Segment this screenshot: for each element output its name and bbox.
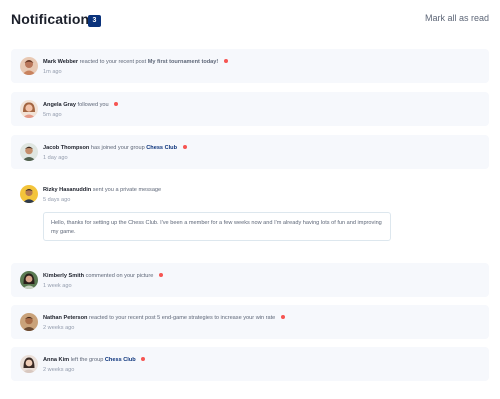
notification-time: 1m ago — [43, 69, 62, 75]
user-name-link[interactable]: Mark Webber — [43, 59, 78, 65]
user-name-link[interactable]: Nathan Peterson — [43, 315, 87, 321]
notification-content: Anna Kim left the group Chess Club 2 wee… — [43, 356, 481, 375]
post-link[interactable]: 5 end-game strategies to increase your w… — [157, 315, 275, 321]
avatar[interactable] — [20, 313, 38, 331]
avatar[interactable] — [20, 271, 38, 289]
notification-item[interactable]: Nathan Peterson reacted to your recent p… — [11, 305, 489, 339]
unread-dot-icon — [141, 357, 146, 362]
notification-item[interactable]: Rizky Hasanuddin sent you a private mess… — [11, 177, 489, 256]
user-name-link[interactable]: Anna Kim — [43, 357, 69, 363]
notification-time: 5 days ago — [43, 197, 71, 203]
notification-time: 2 weeks ago — [43, 367, 75, 373]
page-title: Notifications — [11, 11, 98, 27]
notification-content: Angela Gray followed you 5m ago — [43, 101, 481, 120]
group-link[interactable]: Chess Club — [146, 145, 177, 151]
notification-action: sent you a private message — [92, 187, 162, 193]
notification-time: 1 day ago — [43, 155, 68, 161]
avatar[interactable] — [20, 100, 38, 118]
unread-dot-icon — [114, 102, 119, 107]
notifications-header: Notifications 3 Mark all as read — [11, 10, 489, 32]
notification-content: Nathan Peterson reacted to your recent p… — [43, 314, 481, 333]
notification-time: 5m ago — [43, 112, 62, 118]
notification-content: Kimberly Smith commented on your picture… — [43, 272, 481, 291]
notification-action: left the group — [70, 357, 104, 363]
notification-action: commented on your picture — [85, 273, 154, 279]
notification-item[interactable]: Kimberly Smith commented on your picture… — [11, 263, 489, 297]
avatar[interactable] — [20, 143, 38, 161]
unread-count-badge: 3 — [88, 15, 101, 27]
mark-all-as-read-button[interactable]: Mark all as read — [425, 13, 489, 23]
notification-content: Rizky Hasanuddin sent you a private mess… — [43, 186, 481, 205]
unread-dot-icon — [182, 145, 187, 150]
user-name-link[interactable]: Kimberly Smith — [43, 273, 84, 279]
unread-dot-icon — [223, 59, 228, 64]
avatar[interactable] — [20, 355, 38, 373]
group-link[interactable]: Chess Club — [105, 357, 136, 363]
user-name-link[interactable]: Rizky Hasanuddin — [43, 187, 91, 193]
unread-dot-icon — [158, 273, 163, 278]
post-link[interactable]: My first tournament today! — [148, 59, 219, 65]
notification-action: has joined your group — [90, 145, 145, 151]
notification-time: 1 week ago — [43, 283, 72, 289]
notification-action: reacted to your recent post — [79, 59, 147, 65]
notification-action: reacted to your recent post — [89, 315, 156, 321]
notification-item[interactable]: Mark Webber reacted to your recent post … — [11, 49, 489, 83]
notification-action: followed you — [77, 102, 109, 108]
notification-item[interactable]: Anna Kim left the group Chess Club 2 wee… — [11, 347, 489, 381]
avatar[interactable] — [20, 185, 38, 203]
notification-item[interactable]: Jacob Thompson has joined your group Che… — [11, 135, 489, 169]
notification-item[interactable]: Angela Gray followed you 5m ago — [11, 92, 489, 126]
unread-dot-icon — [280, 315, 285, 320]
private-message-preview[interactable]: Hello, thanks for setting up the Chess C… — [43, 212, 391, 241]
notification-content: Jacob Thompson has joined your group Che… — [43, 144, 481, 163]
user-name-link[interactable]: Angela Gray — [43, 102, 76, 108]
avatar[interactable] — [20, 57, 38, 75]
user-name-link[interactable]: Jacob Thompson — [43, 145, 89, 151]
notification-time: 2 weeks ago — [43, 325, 75, 331]
notification-content: Mark Webber reacted to your recent post … — [43, 58, 481, 77]
